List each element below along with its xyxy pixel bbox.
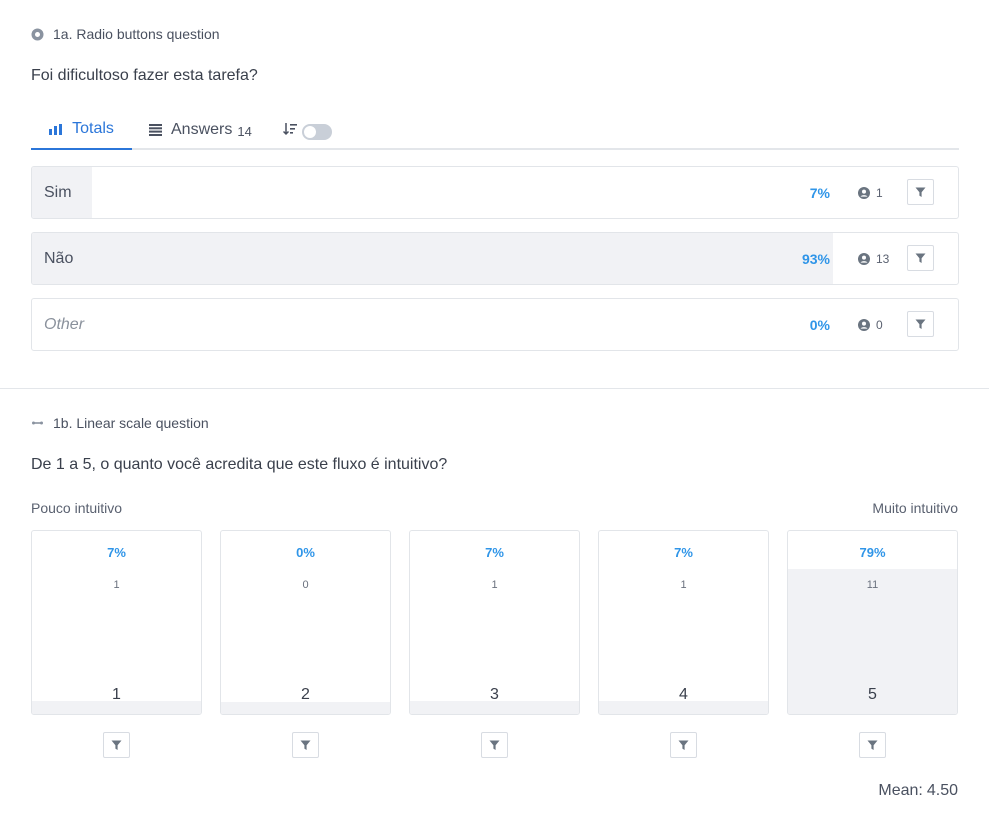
option-bar-fill xyxy=(32,233,833,284)
toggle-knob xyxy=(304,125,316,138)
scale-value: 3 xyxy=(490,686,499,703)
option-label: Sim xyxy=(44,183,72,201)
scale-count: 1 xyxy=(680,579,687,591)
scale-filter-button[interactable] xyxy=(292,732,319,758)
bar-chart-icon xyxy=(49,123,63,135)
scale-filter-button[interactable] xyxy=(859,732,886,758)
tab-answers[interactable]: Answers 14 xyxy=(149,110,252,150)
option-count: 1 xyxy=(876,185,883,200)
tab-totals[interactable]: Totals xyxy=(31,110,132,150)
question-1a-header-label: 1a. Radio buttons question xyxy=(53,26,220,42)
tab-totals-label: Totals xyxy=(72,120,114,137)
mean-readout: Mean: 4.50 xyxy=(874,782,958,800)
scale-option-card: 7% 1 1 xyxy=(31,530,202,715)
sort-control xyxy=(282,122,332,141)
scale-percent: 0% xyxy=(296,545,315,560)
scale-option-card: 0% 0 2 xyxy=(220,530,391,715)
option-filter-button[interactable] xyxy=(907,179,934,205)
radio-icon xyxy=(31,28,44,41)
section-divider xyxy=(0,388,989,389)
filter-icon xyxy=(300,740,311,751)
filter-icon xyxy=(915,253,926,264)
sort-toggle[interactable] xyxy=(302,123,332,140)
scale-count: 11 xyxy=(866,579,879,591)
scale-filter-button[interactable] xyxy=(103,732,130,758)
question-1b-header-label: 1b. Linear scale question xyxy=(53,415,209,431)
option-row: Sim 7% 1 xyxy=(31,166,959,219)
question-1b-header: 1b. Linear scale question xyxy=(31,415,209,431)
linear-scale-icon xyxy=(31,420,44,426)
scale-filter-button[interactable] xyxy=(481,732,508,758)
option-respondents: 0 xyxy=(858,299,883,350)
filter-icon xyxy=(111,740,122,751)
filter-icon xyxy=(915,187,926,198)
option-count: 0 xyxy=(876,317,883,332)
scale-option-card: 7% 1 4 xyxy=(598,530,769,715)
option-count: 13 xyxy=(876,251,890,266)
filter-icon xyxy=(489,740,500,751)
tab-answers-label: Answers xyxy=(171,121,233,138)
scale-low-label: Pouco intuitivo xyxy=(31,500,123,516)
scale-value: 4 xyxy=(679,686,688,703)
option-label: Não xyxy=(44,249,74,267)
scale-percent: 79% xyxy=(859,545,886,560)
scale-high-label: Muito intuitivo xyxy=(872,500,958,516)
option-filter-button[interactable] xyxy=(907,311,934,337)
option-label: Other xyxy=(44,315,85,333)
question-1b-title: De 1 a 5, o quanto você acredita que est… xyxy=(31,456,448,473)
option-percent: 0% xyxy=(809,316,830,333)
option-filter-button[interactable] xyxy=(907,245,934,271)
scale-count: 1 xyxy=(113,579,120,591)
scale-count: 1 xyxy=(491,579,498,591)
sort-icon[interactable] xyxy=(282,122,297,141)
scale-option-card: 7% 1 3 xyxy=(409,530,580,715)
scale-count: 0 xyxy=(302,579,309,591)
option-respondents: 1 xyxy=(858,167,883,218)
scale-value: 5 xyxy=(868,686,877,703)
scale-value: 1 xyxy=(112,686,121,703)
answers-count-badge: 14 xyxy=(237,124,252,139)
user-icon xyxy=(858,186,870,199)
option-row: Other 0% 0 xyxy=(31,298,959,351)
filter-icon xyxy=(678,740,689,751)
option-row: Não 93% 13 xyxy=(31,232,959,285)
scale-percent: 7% xyxy=(674,545,693,560)
filter-icon xyxy=(867,740,878,751)
mean-label: Mean: xyxy=(878,782,923,799)
question-1a-header: 1a. Radio buttons question xyxy=(31,26,220,42)
filter-icon xyxy=(915,319,926,330)
scale-option-card: 79% 11 5 xyxy=(787,530,958,715)
option-percent: 7% xyxy=(809,184,830,201)
scale-percent: 7% xyxy=(485,545,504,560)
list-icon xyxy=(149,124,162,136)
question-1a-title: Foi dificultoso fazer esta tarefa? xyxy=(31,67,258,84)
mean-value: 4.50 xyxy=(926,782,958,799)
option-respondents: 13 xyxy=(858,233,889,284)
scale-filter-button[interactable] xyxy=(670,732,697,758)
user-icon xyxy=(858,252,870,265)
scale-value: 2 xyxy=(301,686,310,703)
user-icon xyxy=(858,318,870,331)
option-percent: 93% xyxy=(801,250,830,267)
results-tabs: Totals Answers 14 xyxy=(31,110,959,150)
scale-percent: 7% xyxy=(107,545,126,560)
